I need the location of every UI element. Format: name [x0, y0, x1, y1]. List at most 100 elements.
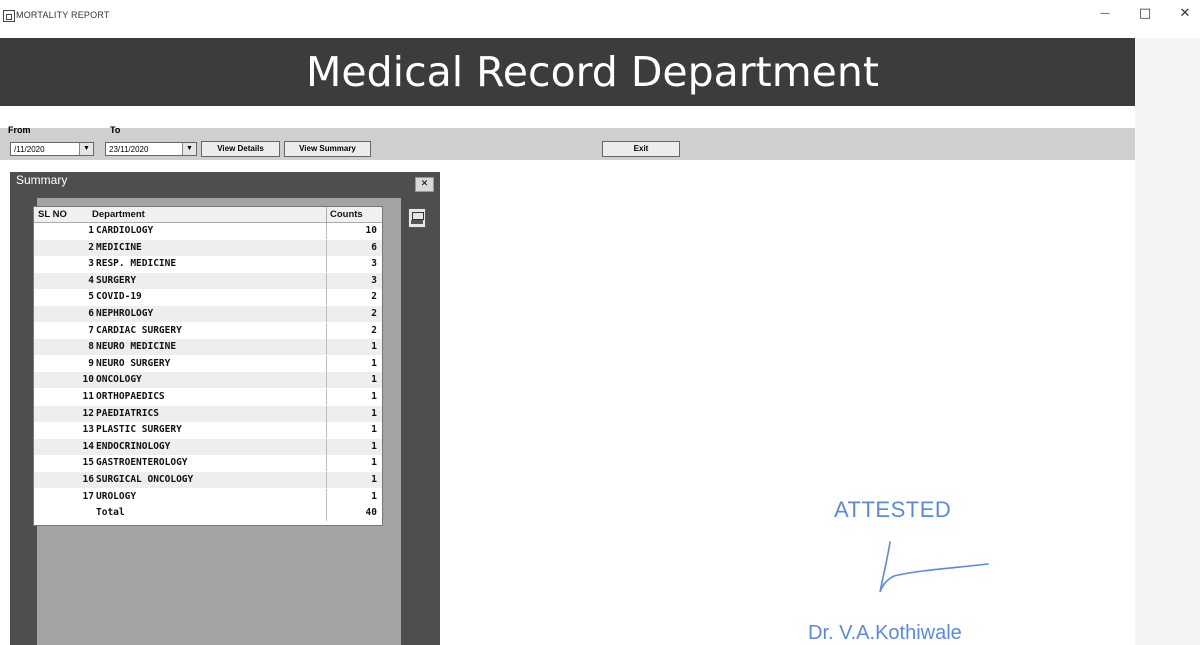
minimize-button[interactable]: — [1094, 4, 1116, 24]
table-row[interactable]: 14 ENDOCRINOLOGY 1 [34, 438, 382, 455]
row-sl-no: 4 [88, 274, 94, 286]
table-row[interactable]: 10 ONCOLOGY 1 [34, 372, 382, 389]
app-window-icon [3, 10, 15, 22]
table-total-row: Total 40 [34, 505, 382, 522]
table-row[interactable]: 4 SURGERY 3 [34, 272, 382, 289]
row-sl-no: 6 [88, 308, 94, 319]
row-count: 1 [326, 372, 379, 389]
row-department: ONCOLOGY [96, 374, 142, 386]
date-toolbar: From To /11/2020 ▼ 23/11/2020 ▼ View Det… [0, 125, 1135, 160]
table-row[interactable]: 13 PLASTIC SURGERY 1 [34, 422, 382, 439]
table-row[interactable]: 7 CARDIAC SURGERY 2 [34, 322, 382, 339]
doctor-name: Dr. V.A.Kothiwale [808, 622, 962, 644]
to-label: To [110, 125, 121, 135]
exit-button[interactable]: Exit [602, 141, 680, 157]
table-row[interactable]: 16 SURGICAL ONCOLOGY 1 [34, 472, 382, 488]
row-sl-no: 14 [82, 440, 94, 452]
table-row[interactable]: 3 RESP. MEDICINE 3 [34, 256, 382, 273]
row-count: 1 [326, 422, 379, 439]
page-title: Medical Record Department [306, 48, 879, 96]
row-count: 1 [326, 355, 379, 372]
row-count: 2 [326, 289, 379, 306]
table-header: SL NO Department Counts [34, 207, 382, 223]
row-count: 1 [326, 455, 379, 472]
table-row[interactable]: 11 ORTHOPAEDICS 1 [34, 389, 382, 405]
total-count: 40 [326, 505, 379, 522]
table-row[interactable]: 5 COVID-19 2 [34, 289, 382, 306]
window-titlebar: MORTALITY REPORT — □ ✕ [0, 0, 1200, 30]
row-sl-no: 2 [88, 241, 94, 253]
column-divider [326, 207, 327, 222]
to-date-picker[interactable]: 23/11/2020 ▼ [105, 142, 197, 156]
row-sl-no: 16 [82, 474, 94, 485]
row-count: 1 [326, 472, 379, 488]
table-row[interactable]: 1 CARDIOLOGY 10 [34, 223, 382, 239]
from-date-picker[interactable]: /11/2020 ▼ [10, 142, 94, 156]
table-row[interactable]: 8 NEURO MEDICINE 1 [34, 339, 382, 356]
row-count: 1 [326, 389, 379, 405]
table-row[interactable]: 17 UROLOGY 1 [34, 488, 382, 505]
right-gutter [1135, 38, 1200, 645]
row-sl-no: 3 [88, 258, 94, 270]
row-sl-no: 10 [82, 374, 94, 386]
row-sl-no: 12 [82, 407, 94, 419]
row-count: 1 [326, 405, 379, 422]
row-count: 2 [326, 306, 379, 322]
attested-stamp: ATTESTED [834, 497, 952, 522]
row-department: PLASTIC SURGERY [96, 424, 182, 436]
row-sl-no: 9 [88, 357, 94, 369]
row-sl-no: 5 [88, 291, 94, 303]
row-sl-no: 7 [88, 324, 94, 336]
column-header-sl-no[interactable]: SL NO [38, 209, 67, 220]
row-count: 10 [326, 223, 379, 239]
window-title: MORTALITY REPORT [16, 10, 110, 20]
table-row[interactable]: 6 NEPHROLOGY 2 [34, 306, 382, 322]
row-department: SURGERY [96, 274, 137, 286]
summary-title: Summary [16, 173, 68, 187]
row-sl-no: 11 [82, 391, 94, 402]
from-label: From [8, 125, 31, 135]
row-count: 3 [326, 272, 379, 289]
row-count: 2 [326, 322, 379, 339]
row-sl-no: 17 [82, 490, 94, 502]
close-window-button[interactable]: ✕ [1174, 4, 1196, 24]
column-header-department[interactable]: Department [92, 209, 145, 220]
table-row[interactable]: 9 NEURO SURGERY 1 [34, 355, 382, 372]
chevron-down-icon[interactable]: ▼ [182, 143, 196, 155]
row-count: 6 [326, 239, 379, 256]
to-date-value: 23/11/2020 [109, 145, 149, 154]
row-department: NEURO MEDICINE [96, 341, 177, 353]
row-sl-no: 8 [88, 341, 94, 353]
from-date-value: /11/2020 [14, 145, 45, 154]
row-sl-no: 13 [82, 424, 94, 436]
column-header-counts[interactable]: Counts [330, 209, 363, 220]
row-department: ORTHOPAEDICS [96, 391, 165, 402]
row-department: ENDOCRINOLOGY [96, 440, 171, 452]
row-department: MEDICINE [96, 241, 142, 253]
header-banner: Medical Record Department [0, 38, 1135, 106]
row-department: SURGICAL ONCOLOGY [96, 474, 194, 485]
row-department: CARDIOLOGY [96, 225, 154, 236]
total-label: Total [96, 507, 125, 519]
table-row[interactable]: 2 MEDICINE 6 [34, 239, 382, 256]
row-department: GASTROENTEROLOGY [96, 457, 188, 469]
view-summary-button[interactable]: View Summary [284, 141, 371, 157]
row-count: 3 [326, 256, 379, 273]
row-sl-no: 1 [88, 225, 94, 236]
table-row[interactable]: 12 PAEDIATRICS 1 [34, 405, 382, 422]
signature-icon [879, 541, 989, 593]
row-department: NEPHROLOGY [96, 308, 154, 319]
row-count: 1 [326, 339, 379, 356]
row-count: 1 [326, 488, 379, 505]
row-department: UROLOGY [96, 490, 137, 502]
row-count: 1 [326, 438, 379, 455]
maximize-button[interactable]: □ [1134, 4, 1156, 24]
view-details-button[interactable]: View Details [201, 141, 280, 157]
summary-table: SL NO Department Counts 1 CARDIOLOGY 10 2 ME… [33, 206, 383, 526]
print-icon[interactable] [408, 208, 426, 228]
chevron-down-icon[interactable]: ▼ [79, 143, 93, 155]
table-row[interactable]: 15 GASTROENTEROLOGY 1 [34, 455, 382, 472]
summary-close-button[interactable]: ✕ [415, 177, 434, 192]
row-department: PAEDIATRICS [96, 407, 159, 419]
row-department: CARDIAC SURGERY [96, 324, 182, 336]
